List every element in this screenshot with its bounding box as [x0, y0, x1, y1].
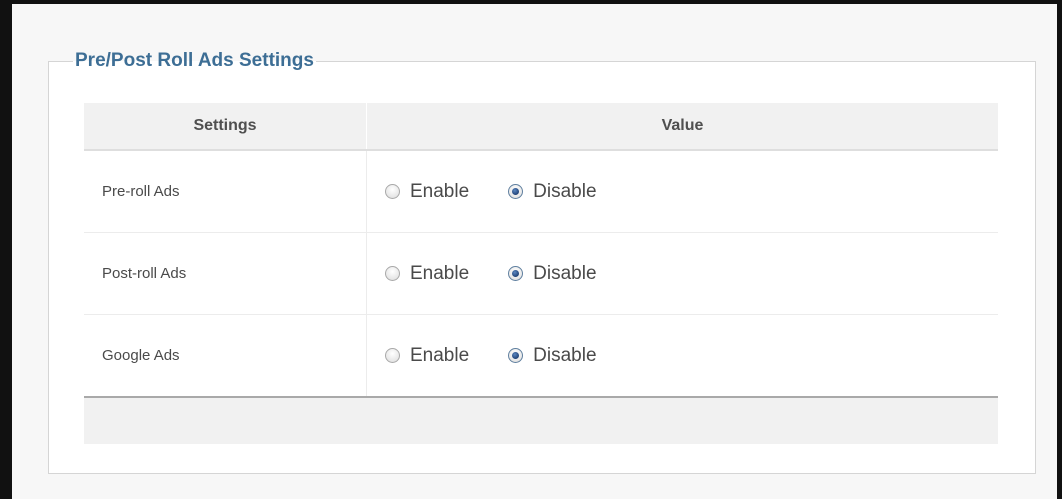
post-roll-enable-option[interactable]: Enable [385, 263, 469, 285]
google-ads-disable-radio[interactable] [508, 348, 524, 363]
post-roll-disable-radio[interactable] [508, 266, 524, 281]
value-cell-google-ads: Enable Disable [367, 315, 999, 397]
radio-group-google-ads: Enable Disable [367, 345, 998, 367]
table-footer [84, 396, 998, 444]
post-roll-disable-option[interactable]: Disable [508, 263, 597, 285]
setting-label-pre-roll: Pre-roll Ads [84, 150, 367, 233]
panel-title: Pre/Post Roll Ads Settings [75, 50, 314, 71]
pre-roll-enable-radio[interactable] [385, 184, 400, 199]
pre-roll-disable-option[interactable]: Disable [508, 181, 597, 203]
table-row-pre-roll: Pre-roll Ads Enable Disable [84, 150, 998, 233]
pre-roll-enable-label[interactable]: Enable [410, 181, 469, 203]
post-roll-enable-radio[interactable] [385, 266, 400, 281]
table-row-google-ads: Google Ads Enable Disable [84, 314, 999, 397]
table-header-row: Settings Value [84, 103, 998, 151]
radio-group-pre-roll: Enable Disable [367, 181, 998, 203]
ads-settings-panel: Pre/Post Roll Ads Settings Settings Valu… [48, 50, 1036, 474]
window-frame: Pre/Post Roll Ads Settings Settings Valu… [0, 0, 1062, 499]
column-header-settings: Settings [84, 103, 367, 151]
pre-roll-disable-label[interactable]: Disable [533, 181, 596, 203]
post-roll-enable-label[interactable]: Enable [410, 263, 469, 285]
radio-selected-dot [512, 270, 520, 277]
pre-roll-disable-radio[interactable] [508, 184, 524, 199]
google-ads-enable-label[interactable]: Enable [410, 345, 469, 367]
google-ads-disable-option[interactable]: Disable [508, 345, 597, 367]
table-row-post-roll: Post-roll Ads Enable Disable [84, 232, 998, 315]
setting-label-google-ads: Google Ads [84, 314, 367, 396]
setting-label-post-roll: Post-roll Ads [84, 232, 367, 315]
radio-group-post-roll: Enable Disable [367, 263, 998, 285]
column-header-value: Value [366, 103, 998, 151]
value-cell-post-roll: Enable Disable [366, 232, 998, 315]
radio-selected-dot [512, 352, 520, 359]
google-ads-enable-option[interactable]: Enable [385, 345, 469, 367]
value-cell-pre-roll: Enable Disable [366, 150, 998, 233]
radio-selected-dot [512, 188, 520, 195]
settings-table-container: Settings Value Pre-roll Ads Enable Disab… [84, 103, 998, 444]
pre-roll-enable-option[interactable]: Enable [385, 181, 469, 203]
settings-table: Settings Value Pre-roll Ads Enable Disab… [84, 103, 998, 396]
google-ads-enable-radio[interactable] [385, 348, 400, 363]
google-ads-disable-label[interactable]: Disable [533, 345, 596, 367]
post-roll-disable-label[interactable]: Disable [533, 263, 596, 285]
